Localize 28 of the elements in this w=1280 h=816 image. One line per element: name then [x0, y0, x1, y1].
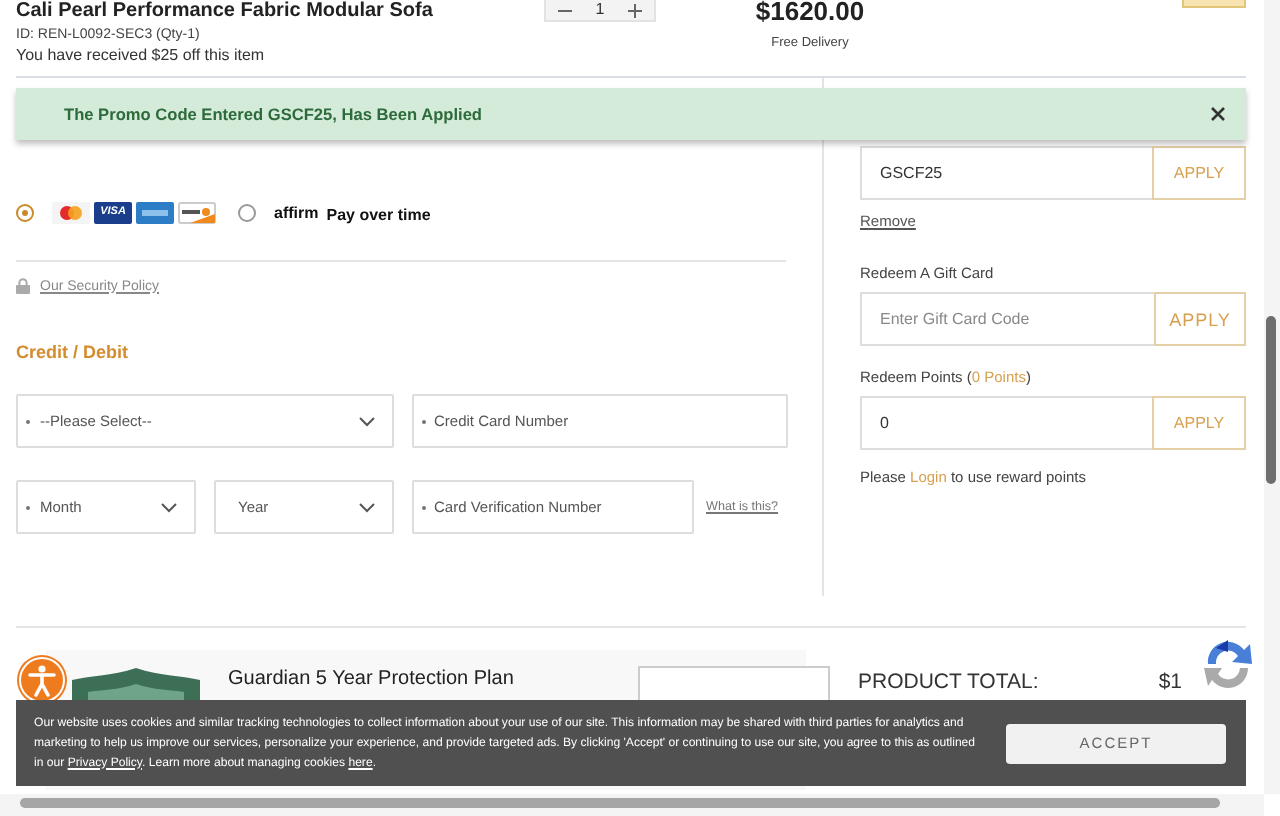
radio-button[interactable] [238, 203, 256, 221]
promo-applied-message: The Promo Code Entered GSCF25, Has Been Applied [64, 104, 484, 124]
chevron-icon [160, 501, 178, 513]
promo-code-field[interactable]: GSCF25 [860, 146, 1152, 200]
chevron-icon [358, 415, 376, 427]
discover-card-icon [178, 201, 216, 223]
amex-card-icon [136, 201, 174, 223]
discount-note: You have received $25 off this item [16, 46, 267, 64]
radio-button[interactable] [16, 203, 34, 221]
chevron-icon [358, 501, 376, 513]
scrollbar-thumb[interactable] [20, 798, 1220, 808]
gift-card-field[interactable]: Enter Gift Card Code [860, 292, 1154, 346]
lock-icon [16, 278, 30, 294]
total-value: $1 [1158, 670, 1182, 694]
quantity-stepper[interactable]: 1 [544, 0, 656, 22]
scrollbar-thumb[interactable] [1266, 316, 1276, 484]
protection-plan-title: Guardian 5 Year Protection Plan [228, 668, 514, 692]
pay-over-time-label: Pay over time [326, 203, 431, 223]
mastercard-icon [52, 201, 90, 223]
close-icon [1210, 106, 1226, 122]
product-title: Cali Pearl Performance Fabric Modular Sofa [16, 0, 435, 22]
points-field[interactable]: 0 [860, 396, 1152, 450]
section-title: Credit / Debit [16, 342, 131, 362]
affirm-logo: affirm [274, 203, 319, 221]
item-price: $1620.00 [755, 0, 865, 26]
plus-icon [628, 3, 642, 17]
total-label: PRODUCT TOTAL: [858, 670, 1039, 694]
quantity-value: 1 [593, 0, 607, 20]
